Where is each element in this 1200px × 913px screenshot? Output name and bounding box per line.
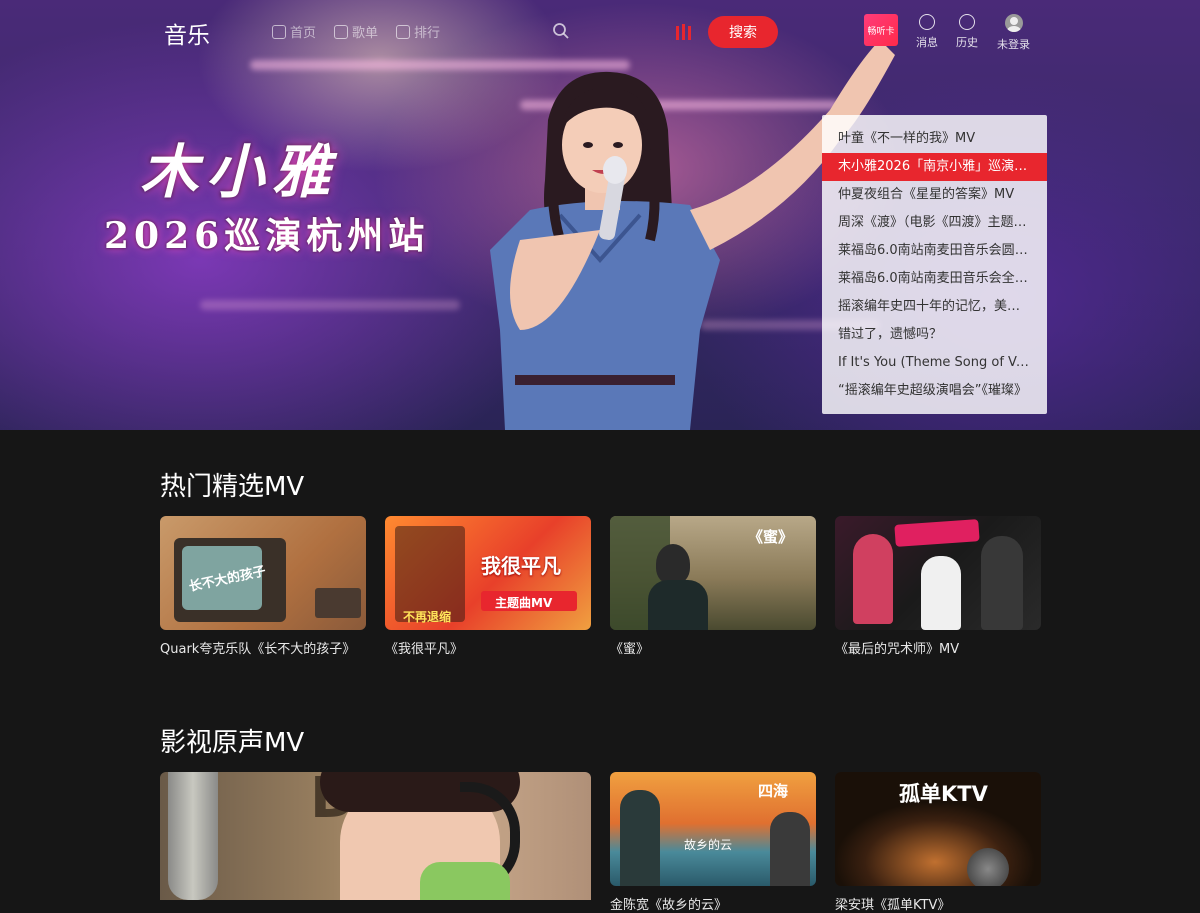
banner-list-item[interactable]: If It's You (Theme Song of Various) [822,349,1047,377]
banner-list-item-active[interactable]: 木小雅2026「南京小雅」巡演·杭州站 [822,153,1047,181]
messages-button[interactable]: 消息 [916,14,938,50]
thumb-title: 《蜜》 [748,528,794,546]
mv-card[interactable]: 四海 故乡的云 金陈宽《故乡的云》 [610,772,816,913]
banner-list-item[interactable]: 摇滚编年史四十年的记忆，美好再现 [822,293,1047,321]
nav-label: 歌单 [352,26,379,41]
banner-list-item[interactable]: 错过了，遗憾吗？ [822,321,1047,349]
playlist-icon [334,24,349,39]
tool-label: 消息 [916,36,938,49]
hot-mv-title: 热门精选MV [160,472,305,502]
banner-list-item[interactable]: 仲夏夜组合《星星的答案》MV [822,181,1047,209]
thumb-title: 故乡的云 [684,838,733,852]
thumb-tag: 四海 [758,782,789,800]
avatar-icon [1004,14,1023,32]
mv-caption[interactable]: 《蜜》 [610,638,816,657]
mv-card[interactable]: 孤单KTV 梁安琪《孤单KTV》 [835,772,1041,913]
chart-icon [396,24,411,39]
mv-thumbnail[interactable] [835,516,1041,630]
mv-card[interactable]: 我很平凡 主题曲MV 不再退缩 《我很平凡》 [385,516,591,657]
login-button[interactable]: 未登录 [997,14,1030,52]
mv-card-large[interactable]: DI [160,772,591,900]
banner-playlist: 叶童《不一样的我》MV 木小雅2026「南京小雅」巡演·杭州站 仲夏夜组合《星星… [822,115,1047,414]
mv-thumbnail[interactable]: 长不大的孩子 [160,516,366,630]
history-icon [959,14,975,30]
banner-list-item[interactable]: “摇滚编年史超级演唱会”《璀璨》 [822,377,1047,405]
nav-item-chart[interactable]: 排行 [396,22,440,41]
thumb-title: 我很平凡 [481,554,561,578]
site-logo[interactable]: 音乐 [164,16,210,50]
nav-label: 排行 [414,26,441,41]
top-header: 音乐 首页 歌单 排行 搜索 畅听卡 消息 历史 未登录 [0,0,1200,64]
banner-list-item[interactable]: 周深《渡》（电影《四渡》主题曲） [822,209,1047,237]
tool-label: 历史 [956,36,978,49]
mv-thumbnail[interactable]: 我很平凡 主题曲MV 不再退缩 [385,516,591,630]
history-button[interactable]: 历史 [956,14,978,50]
mv-caption[interactable]: 梁安琪《孤单KTV》 [835,894,1041,913]
search-icon[interactable] [552,22,570,40]
home-icon [272,24,286,39]
mv-thumbnail[interactable]: 四海 故乡的云 [610,772,816,886]
banner-list-item[interactable]: 莱福岛6.0南站南麦田音乐会全程回顾 [822,265,1047,293]
banner-list-item[interactable]: 莱福岛6.0南站南麦田音乐会圆满结束 [822,237,1047,265]
mv-caption[interactable]: Quark夸克乐队《长不大的孩子》 [160,638,366,657]
mv-thumbnail[interactable]: 《蜜》 [610,516,816,630]
nav-label: 首页 [290,26,317,41]
mv-thumbnail[interactable]: 孤单KTV [835,772,1041,886]
banner-list-item[interactable]: 叶童《不一样的我》MV [822,125,1047,153]
equalizer-icon[interactable] [676,24,694,40]
nav-item-playlist[interactable]: 歌单 [334,22,378,41]
mv-card[interactable]: 长不大的孩子 Quark夸克乐队《长不大的孩子》 [160,516,366,657]
mv-caption[interactable]: 《我很平凡》 [385,638,591,657]
tool-label: 未登录 [997,38,1030,51]
banner-title: 木小雅 [140,138,339,206]
main-nav: 首页 歌单 排行 [272,22,440,41]
thumb-title: 孤单KTV [899,782,988,806]
mv-thumbnail[interactable]: DI [160,772,591,900]
ost-mv-title: 影视原声MV [160,728,305,758]
message-icon [919,14,935,30]
banner-subtitle: 2026巡演杭州站 [104,215,430,257]
search-button[interactable]: 搜索 [708,16,778,48]
mv-caption[interactable]: 金陈宽《故乡的云》 [610,894,816,913]
vip-card-button[interactable]: 畅听卡 [864,14,898,46]
mv-card[interactable]: 《最后的咒术师》MV [835,516,1041,657]
thumb-subtitle: 主题曲MV [495,596,553,610]
mv-card[interactable]: 《蜜》 《蜜》 [610,516,816,657]
nav-item-home[interactable]: 首页 [272,22,316,41]
mv-caption[interactable]: 《最后的咒术师》MV [835,638,1041,657]
thumb-tag: 不再退缩 [403,610,452,624]
